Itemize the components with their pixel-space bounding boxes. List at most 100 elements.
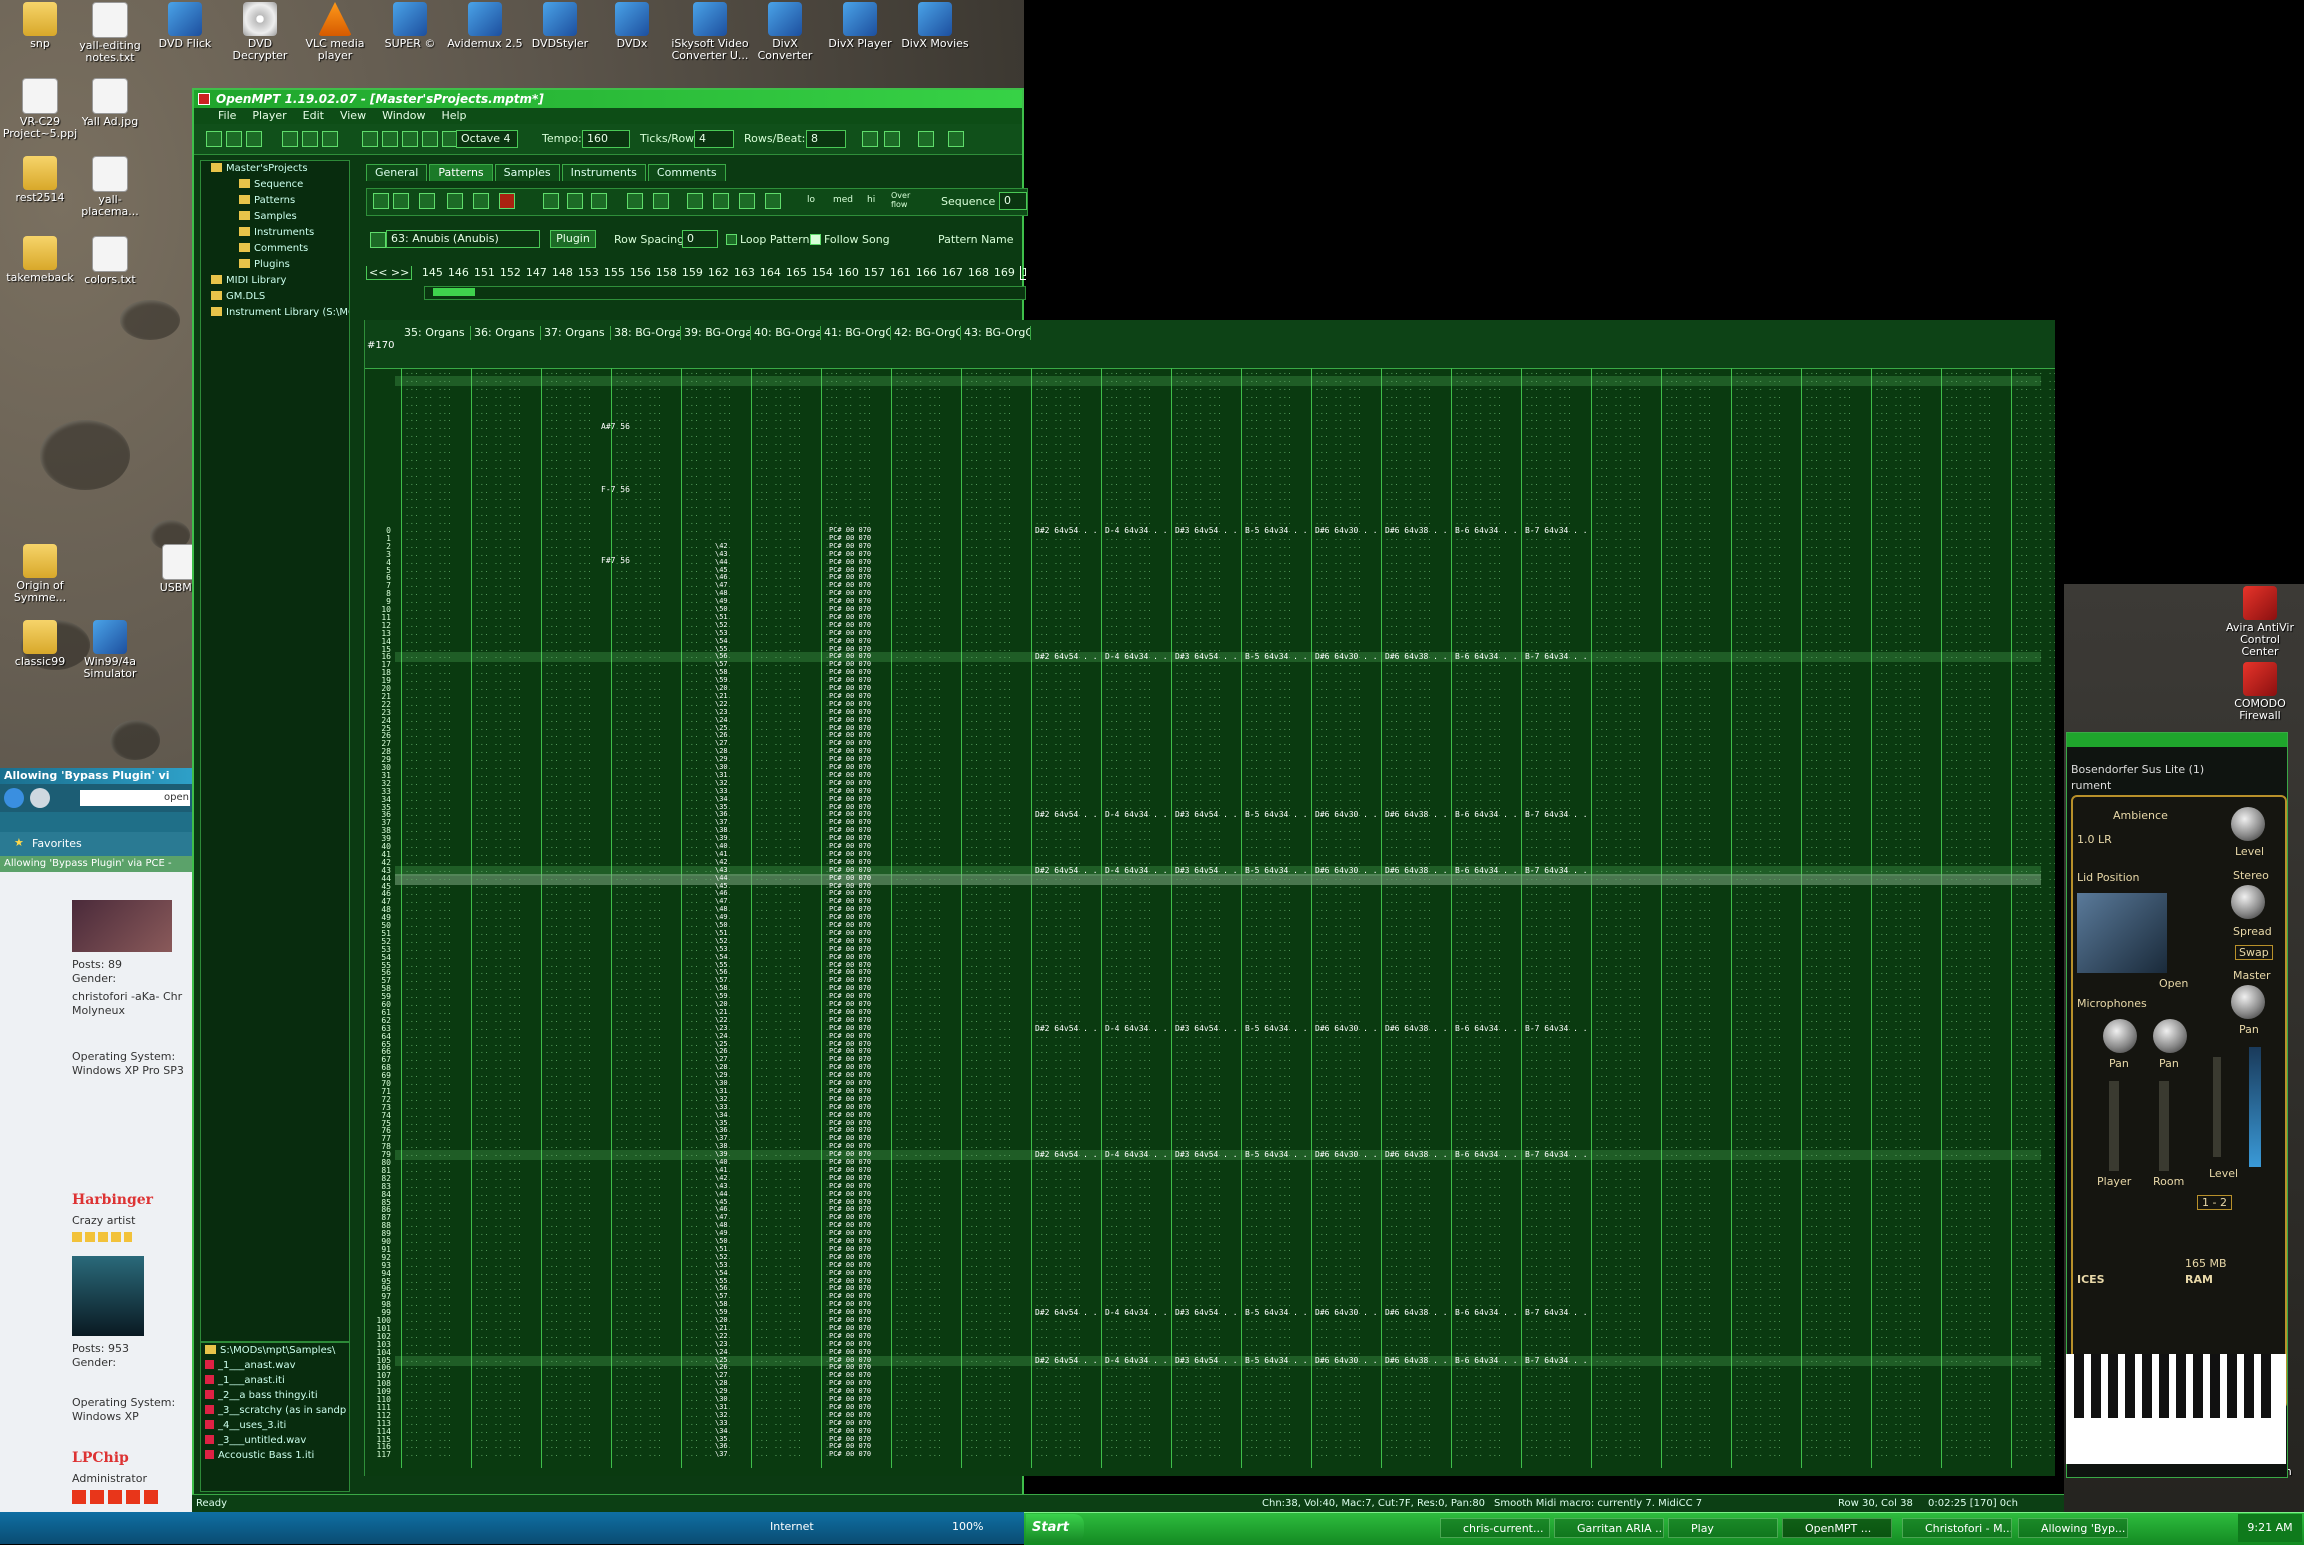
zoom-level[interactable]: 100% — [952, 1520, 983, 1533]
desktop-icon-divx-player[interactable]: DivX Player — [820, 2, 900, 50]
follow-icon[interactable] — [567, 193, 583, 209]
sequence-field[interactable]: 0 — [999, 192, 1027, 210]
desktop-icon-takemeback[interactable]: takemeback — [0, 236, 80, 284]
order-item[interactable]: 155 — [604, 266, 625, 279]
spread-knob[interactable] — [2231, 885, 2265, 919]
order-nav-button[interactable]: << >> — [366, 266, 413, 280]
desktop-icon-origin-of-symme[interactable]: Origin of Symme... — [0, 544, 80, 604]
properties-icon[interactable] — [653, 193, 669, 209]
pattern-down-icon[interactable] — [393, 193, 409, 209]
transpose-up-icon[interactable] — [713, 193, 729, 209]
quality-med[interactable]: med — [833, 195, 853, 205]
order-item[interactable]: 161 — [890, 266, 911, 279]
library-item[interactable]: _1___anast.iti — [205, 1375, 285, 1386]
order-item[interactable]: 147 — [526, 266, 547, 279]
instrument-select[interactable]: 63: Anubis (Anubis) — [386, 230, 540, 248]
desktop-icon-avira-antivir-control-center[interactable]: Avira AntiVir Control Center — [2220, 586, 2300, 658]
pattern-prev-icon[interactable] — [419, 193, 435, 209]
level-knob[interactable] — [2231, 807, 2265, 841]
desktop-icon-yall-editing-notes-txt[interactable]: yall-editing notes.txt — [70, 2, 150, 64]
output-value[interactable]: 1.0 LR — [2077, 833, 2112, 846]
quality-lo[interactable]: lo — [807, 195, 815, 205]
desktop-icon-vr-c29-project-5-ppj[interactable]: VR-C29 Project~5.ppj — [0, 78, 80, 140]
menu-player[interactable]: Player — [252, 108, 286, 124]
order-item[interactable]: 167 — [942, 266, 963, 279]
desktop-icon-yall-placema[interactable]: yall-placema... — [70, 156, 150, 218]
library-item[interactable]: S:\MODs\mpt\Samples\ — [205, 1345, 335, 1356]
desktop-icon-comodo-firewall[interactable]: COMODO Firewall — [2220, 662, 2300, 722]
black-key[interactable] — [2091, 1354, 2101, 1418]
scroll-thumb[interactable] — [433, 288, 475, 296]
copy-icon[interactable] — [302, 131, 318, 147]
black-key[interactable] — [2176, 1354, 2186, 1418]
tab-samples[interactable]: Samples — [494, 164, 560, 181]
level-fader[interactable] — [2213, 1057, 2221, 1157]
tree-item-instrument-library-s-mo[interactable]: Instrument Library (S:\MO — [211, 307, 349, 318]
taskbar-item-garritan-aria[interactable]: Garritan ARIA ... — [1554, 1518, 1664, 1538]
tree-item-instruments[interactable]: Instruments — [239, 227, 314, 238]
order-item[interactable]: 153 — [578, 266, 599, 279]
tree-item-patterns[interactable]: Patterns — [239, 195, 295, 206]
tree-item-comments[interactable]: Comments — [239, 243, 308, 254]
split-icon[interactable] — [765, 193, 781, 209]
pause-icon[interactable] — [422, 131, 438, 147]
transpose-down-icon[interactable] — [739, 193, 755, 209]
order-item[interactable]: 156 — [630, 266, 651, 279]
favorites-star-icon[interactable]: ★ — [14, 836, 24, 849]
order-item[interactable]: 162 — [708, 266, 729, 279]
metronome-icon[interactable] — [862, 131, 878, 147]
black-key[interactable] — [2125, 1354, 2135, 1418]
new-icon[interactable] — [206, 131, 222, 147]
taskbar-item-openmpt[interactable]: OpenMPT ... — [1782, 1518, 1892, 1538]
player-fader[interactable] — [2109, 1081, 2119, 1171]
tempo-field[interactable]: 160 — [582, 130, 630, 148]
piano-lid-image[interactable] — [2077, 893, 2167, 973]
tree-item-sequence[interactable]: Sequence — [239, 179, 303, 190]
order-item[interactable]: 154 — [812, 266, 833, 279]
username-lpchip[interactable]: LPChip — [72, 1450, 129, 1466]
desktop-icon-rest2514[interactable]: rest2514 — [0, 156, 80, 204]
browser-tab[interactable]: Allowing 'Bypass Plugin' via PCE - — [0, 856, 192, 872]
preset-name[interactable]: Bosendorfer Sus Lite (1) — [2071, 763, 2204, 776]
black-key[interactable] — [2074, 1354, 2084, 1418]
help-icon[interactable] — [884, 131, 900, 147]
desktop-icon-classic99[interactable]: classic99 — [0, 620, 80, 668]
channel-header[interactable]: 38: BG-Organ1 — [611, 326, 681, 340]
follow-song-checkbox[interactable] — [810, 234, 821, 245]
desktop-icon-yall-ad-jpg[interactable]: Yall Ad.jpg — [70, 78, 150, 128]
menu-window[interactable]: Window — [382, 108, 425, 124]
open-icon[interactable] — [226, 131, 242, 147]
vu-icon[interactable] — [687, 193, 703, 209]
forward-icon[interactable] — [30, 788, 50, 808]
row-spacing-field[interactable]: 0 — [682, 230, 718, 248]
plugin-button[interactable]: Plugin — [550, 230, 596, 248]
panic-icon[interactable] — [948, 131, 964, 147]
taskbar-item-allowing-byp[interactable]: Allowing 'Byp... — [2018, 1518, 2128, 1538]
order-item[interactable]: 145 — [422, 266, 443, 279]
desktop-icon-colors-txt[interactable]: colors.txt — [70, 236, 150, 286]
order-item[interactable]: 160 — [838, 266, 859, 279]
desktop-icon-divx-converter[interactable]: DivX Converter — [745, 2, 825, 62]
paste-icon[interactable] — [322, 131, 338, 147]
desktop-icon-avidemux-2-5[interactable]: Avidemux 2.5 — [445, 2, 525, 50]
desktop-icon-win99-4a-simulator[interactable]: Win99/4a Simulator — [70, 620, 150, 680]
menu-help[interactable]: Help — [441, 108, 466, 124]
address-bar[interactable]: open — [80, 790, 190, 806]
tab-instruments[interactable]: Instruments — [561, 164, 646, 181]
channel-header[interactable]: 43: BG-OrgChr — [961, 326, 1031, 340]
library-item[interactable]: _3__scratchy (as in sandp — [205, 1405, 346, 1416]
new-pattern-icon[interactable] — [373, 193, 389, 209]
master-pan-knob[interactable] — [2231, 985, 2265, 1019]
overflow-toggle[interactable]: Over flow — [891, 191, 911, 209]
order-item[interactable]: 146 — [448, 266, 469, 279]
mic-pan-knob-1[interactable] — [2103, 1019, 2137, 1053]
menu-edit[interactable]: Edit — [303, 108, 324, 124]
order-item[interactable]: 170 — [1019, 266, 1026, 280]
order-item[interactable]: 159 — [682, 266, 703, 279]
ticks-field[interactable]: 4 — [694, 130, 734, 148]
play-icon[interactable] — [382, 131, 398, 147]
room-fader[interactable] — [2159, 1081, 2169, 1171]
order-item[interactable]: 157 — [864, 266, 885, 279]
rows-per-beat-field[interactable]: 8 — [806, 130, 846, 148]
channel-header[interactable]: 42: BG-OrgChr — [891, 326, 961, 340]
